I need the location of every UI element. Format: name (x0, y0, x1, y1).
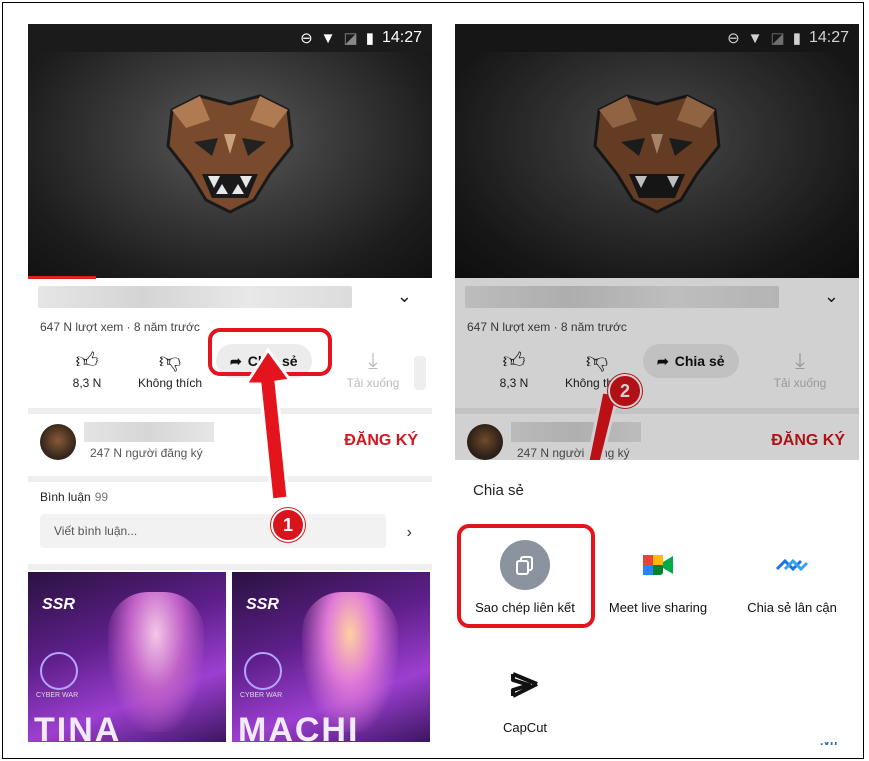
wifi-icon: ▼ (320, 29, 336, 47)
thumbs-up-icon: 👍︎ (75, 348, 99, 373)
thumbs-down-icon: 👎︎ (158, 348, 182, 373)
tiger-logo-icon (166, 94, 294, 214)
dnd-icon: ⊖ (300, 30, 313, 47)
subscriber-count: 247 N người đăng ký (90, 446, 203, 460)
thumbnail-caption: TINA (34, 711, 122, 742)
capcut-option[interactable]: CapCut (459, 660, 591, 735)
video-progress-bar[interactable] (28, 276, 96, 279)
cyber-war-emblem-icon (40, 652, 78, 690)
download-label: Tải xuống (346, 376, 400, 390)
emblem-text: CYBER WAR (240, 692, 283, 699)
status-time: 14:27 (381, 29, 422, 46)
comment-input[interactable]: Viết bình luận... (40, 514, 386, 548)
channel-avatar[interactable] (40, 424, 76, 460)
dislike-label: Không thích (137, 376, 203, 390)
scrim-overlay[interactable] (455, 24, 859, 460)
share-sheet: Chia sẻ Sao chép liên kết Meet live shar… (455, 460, 859, 742)
subscribe-button[interactable]: ĐĂNG KÝ (344, 432, 418, 450)
character-figure (108, 592, 204, 732)
signal-icon: ◪ (343, 30, 358, 47)
download-icon: ⤓ (368, 348, 378, 373)
meet-live-sharing-option[interactable]: Meet live sharing (593, 540, 723, 615)
related-videos: SSR CYBER WAR TINA SSR CYBER WAR MACHI (28, 572, 432, 742)
step1-arrow-icon (243, 347, 293, 502)
thumbnail-caption: MACHI (238, 711, 360, 742)
step-badge-1: 1 (271, 508, 305, 542)
option-label: Meet live sharing (608, 600, 708, 615)
emblem-text: CYBER WAR (36, 692, 79, 699)
like-count: 8,3 N (72, 376, 102, 390)
comment-placeholder: Viết bình luận... (54, 524, 138, 538)
video-title-blurred (38, 286, 352, 308)
meet-icon (633, 540, 683, 590)
status-bar: ⊖ ▼ ◪ ▮ 14:27 (28, 24, 432, 52)
share-sheet-title: Chia sẻ (473, 482, 524, 499)
copy-link-highlight-box (457, 524, 595, 628)
related-video-thumbnail[interactable]: SSR CYBER WAR TINA (28, 572, 226, 742)
option-label: CapCut (502, 720, 548, 735)
download-button[interactable]: ⤓ Tải xuống (338, 346, 408, 390)
capcut-icon (500, 660, 550, 710)
option-label: Chia sẻ lân cận (747, 600, 837, 615)
video-player[interactable] (28, 24, 432, 278)
channel-name-blurred[interactable] (84, 422, 214, 442)
thumbnail-tag: SSR (246, 596, 279, 613)
battery-icon: ▮ (365, 30, 374, 47)
video-meta: 647 N lượt xem · 8 năm trước (40, 320, 200, 334)
comments-label: Bình luận (40, 490, 91, 504)
comments-count: 99 (94, 490, 109, 504)
thumbnail-tag: SSR (42, 596, 75, 613)
more-actions-button[interactable] (414, 356, 426, 390)
dislike-button[interactable]: 👎︎ Không thích (130, 346, 210, 390)
chevron-down-icon[interactable]: ⌄ (397, 286, 412, 307)
divider (28, 564, 432, 570)
related-video-thumbnail[interactable]: SSR CYBER WAR MACHI (232, 572, 430, 742)
like-button[interactable]: 👍︎ 8,3 N (62, 346, 112, 390)
comments-header[interactable]: Bình luận 99 (40, 490, 108, 504)
chevron-right-icon[interactable]: › (407, 524, 412, 542)
phone-screen-share-sheet: ⊖ ▼ ◪ ▮ 14:27 ⌄ 647 N lượt xem · 8 năm t… (455, 24, 859, 742)
nearby-share-option[interactable]: Chia sẻ lân cận (727, 540, 857, 615)
cyber-war-emblem-icon (244, 652, 282, 690)
nearby-share-icon (767, 540, 817, 590)
